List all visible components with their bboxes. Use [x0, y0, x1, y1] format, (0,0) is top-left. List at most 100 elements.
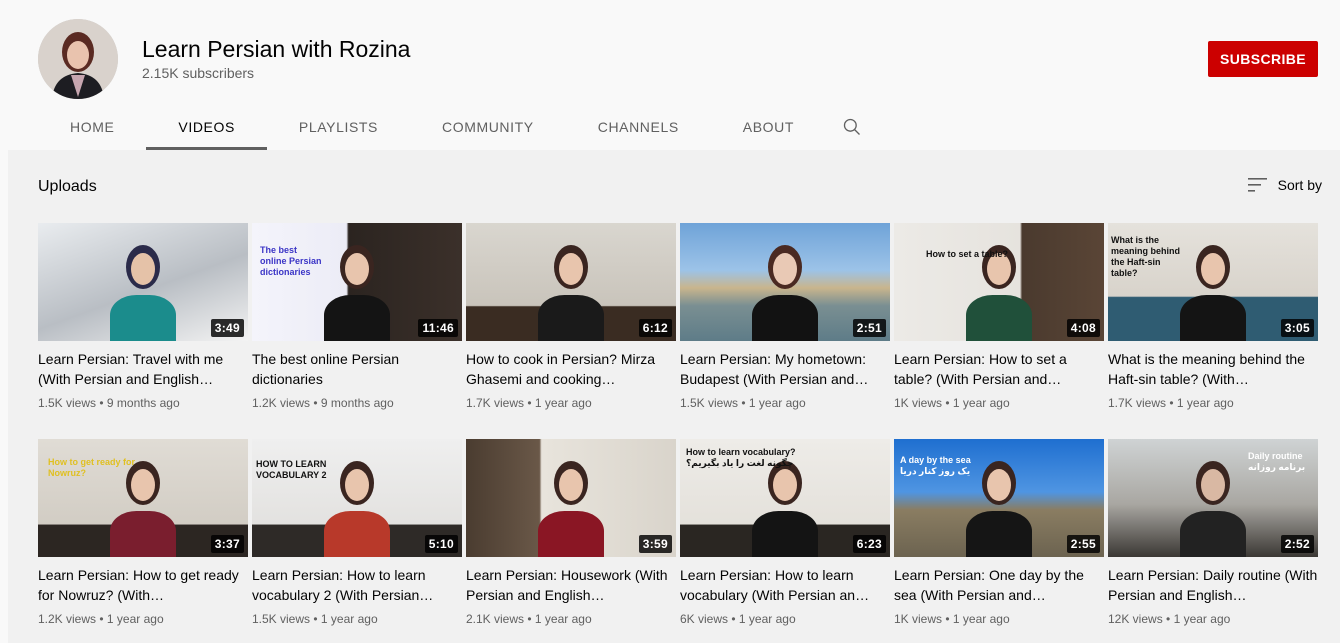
- video-title[interactable]: Learn Persian: Housework (With Persian a…: [466, 565, 676, 605]
- video-thumbnail[interactable]: How to set a table? 4:08: [894, 223, 1104, 341]
- video-age: 1 year ago: [952, 612, 1010, 626]
- video-views: 1.5K views: [38, 396, 97, 410]
- video-meta: 1.5K views • 9 months ago: [38, 396, 248, 410]
- thumbnail-person: [966, 511, 1032, 557]
- video-age: 1 year ago: [320, 612, 378, 626]
- video-title[interactable]: Learn Persian: Daily routine (With Persi…: [1108, 565, 1318, 605]
- video-meta: 1.7K views • 1 year ago: [466, 396, 676, 410]
- thumbnail-person: [1180, 295, 1246, 341]
- tab-channels[interactable]: CHANNELS: [566, 103, 711, 150]
- video-card[interactable]: The best online Persian dictionaries 11:4…: [252, 223, 462, 410]
- tab-videos[interactable]: VIDEOS: [146, 103, 267, 150]
- video-title[interactable]: The best online Persian dictionaries: [252, 349, 462, 389]
- channel-tabs: HOME VIDEOS PLAYLISTS COMMUNITY CHANNELS…: [38, 103, 878, 150]
- video-age: 1 year ago: [748, 396, 806, 410]
- thumbnail-person-face: [559, 469, 583, 501]
- video-meta: 1.5K views • 1 year ago: [252, 612, 462, 626]
- subscribe-button[interactable]: SUBSCRIBE: [1208, 41, 1318, 77]
- video-thumbnail[interactable]: 3:59: [466, 439, 676, 557]
- video-age: 1 year ago: [1173, 612, 1231, 626]
- video-title[interactable]: Learn Persian: How to set a table? (With…: [894, 349, 1104, 389]
- thumbnail-person: [966, 295, 1032, 341]
- thumbnail-caption: The best online Persian dictionaries: [260, 245, 322, 277]
- video-views: 1.5K views: [252, 612, 311, 626]
- video-duration: 2:52: [1280, 535, 1314, 553]
- video-meta: 12K views • 1 year ago: [1108, 612, 1318, 626]
- video-age: 1 year ago: [106, 612, 164, 626]
- video-card[interactable]: 3:49 Learn Persian: Travel with me (With …: [38, 223, 248, 410]
- video-card[interactable]: 2:51 Learn Persian: My hometown: Budapest…: [680, 223, 890, 410]
- thumbnail-person: [752, 295, 818, 341]
- thumbnail-person: [110, 295, 176, 341]
- video-title[interactable]: Learn Persian: Travel with me (With Pers…: [38, 349, 248, 389]
- video-thumbnail[interactable]: Daily routine برنامه روزانه 2:52: [1108, 439, 1318, 557]
- video-views: 6K views: [680, 612, 729, 626]
- thumbnail-person-face: [345, 469, 369, 501]
- video-card[interactable]: HOW TO LEARN VOCABULARY 2 5:10 Learn Persi…: [252, 439, 462, 626]
- video-title[interactable]: Learn Persian: How to learn vocabulary 2…: [252, 565, 462, 605]
- video-thumbnail[interactable]: 3:49: [38, 223, 248, 341]
- thumbnail-person: [1180, 511, 1246, 557]
- video-thumbnail[interactable]: 2:51: [680, 223, 890, 341]
- avatar[interactable]: [38, 19, 118, 99]
- video-thumbnail[interactable]: HOW TO LEARN VOCABULARY 2 5:10: [252, 439, 462, 557]
- meta-separator: •: [310, 612, 321, 626]
- channel-name: Learn Persian with Rozina: [142, 36, 411, 62]
- video-thumbnail[interactable]: What is the meaning behind the Haft-sin …: [1108, 223, 1318, 341]
- video-duration: 2:55: [1066, 535, 1100, 553]
- tab-community[interactable]: COMMUNITY: [410, 103, 566, 150]
- video-card[interactable]: What is the meaning behind the Haft-sin …: [1108, 223, 1318, 410]
- video-title[interactable]: Learn Persian: How to get ready for Nowr…: [38, 565, 248, 605]
- subscriber-count: 2.15K subscribers: [142, 65, 255, 81]
- video-thumbnail[interactable]: How to learn vocabulary? چگونه لغت را یا…: [680, 439, 890, 557]
- video-duration: 6:12: [638, 319, 672, 337]
- video-views: 12K views: [1108, 612, 1163, 626]
- video-card[interactable]: A day by the sea یک روز کنار دریا 2:55 Lea…: [894, 439, 1104, 626]
- video-card[interactable]: How to set a table? 4:08 Learn Persian: Ho…: [894, 223, 1104, 410]
- video-card[interactable]: How to get ready for Nowruz? 3:37 Learn Pe…: [38, 439, 248, 626]
- meta-separator: •: [738, 396, 749, 410]
- thumbnail-person: [324, 295, 390, 341]
- video-thumbnail[interactable]: 6:12: [466, 223, 676, 341]
- thumbnail-person-face: [559, 253, 583, 285]
- video-thumbnail[interactable]: A day by the sea یک روز کنار دریا 2:55: [894, 439, 1104, 557]
- search-icon[interactable]: [826, 103, 878, 150]
- videos-section: Uploads Sort by 3:49 Learn Persian: Trave…: [8, 150, 1340, 643]
- tab-home[interactable]: HOME: [38, 103, 146, 150]
- thumbnail-caption: How to set a table?: [926, 249, 1009, 259]
- channel-header: Learn Persian with Rozina 2.15K subscrib…: [0, 0, 1340, 150]
- video-title[interactable]: Learn Persian: My hometown: Budapest (Wi…: [680, 349, 890, 389]
- video-meta: 1.7K views • 1 year ago: [1108, 396, 1318, 410]
- thumbnail-person: [538, 295, 604, 341]
- video-card[interactable]: Daily routine برنامه روزانه 2:52 Learn Per…: [1108, 439, 1318, 626]
- thumbnail-person-face: [131, 253, 155, 285]
- video-meta: 1K views • 1 year ago: [894, 612, 1104, 626]
- video-title[interactable]: What is the meaning behind the Haft-sin …: [1108, 349, 1318, 389]
- meta-separator: •: [310, 396, 321, 410]
- video-thumbnail[interactable]: How to get ready for Nowruz? 3:37: [38, 439, 248, 557]
- thumbnail-person-face: [773, 253, 797, 285]
- meta-separator: •: [1162, 612, 1174, 626]
- video-views: 1.7K views: [1108, 396, 1167, 410]
- video-meta: 2.1K views • 1 year ago: [466, 612, 676, 626]
- meta-separator: •: [96, 612, 107, 626]
- meta-separator: •: [96, 396, 107, 410]
- video-card[interactable]: 6:12 How to cook in Persian? Mirza Ghasem…: [466, 223, 676, 410]
- tab-playlists[interactable]: PLAYLISTS: [267, 103, 410, 150]
- sort-label: Sort by: [1277, 177, 1322, 193]
- thumbnail-person: [324, 511, 390, 557]
- video-age: 1 year ago: [534, 396, 592, 410]
- video-card[interactable]: 3:59 Learn Persian: Housework (With Persi…: [466, 439, 676, 626]
- video-title[interactable]: Learn Persian: One day by the sea (With …: [894, 565, 1104, 605]
- meta-separator: •: [524, 396, 535, 410]
- video-views: 1.7K views: [466, 396, 525, 410]
- tab-about[interactable]: ABOUT: [711, 103, 826, 150]
- sort-button[interactable]: Sort by: [1247, 176, 1322, 194]
- thumbnail-caption: HOW TO LEARN VOCABULARY 2: [256, 459, 327, 480]
- thumbnail-person-face: [987, 469, 1011, 501]
- video-age: 9 months ago: [106, 396, 180, 410]
- video-title[interactable]: How to cook in Persian? Mirza Ghasemi an…: [466, 349, 676, 389]
- video-title[interactable]: Learn Persian: How to learn vocabulary (…: [680, 565, 890, 605]
- video-card[interactable]: How to learn vocabulary? چگونه لغت را یا…: [680, 439, 890, 626]
- video-thumbnail[interactable]: The best online Persian dictionaries 11:4…: [252, 223, 462, 341]
